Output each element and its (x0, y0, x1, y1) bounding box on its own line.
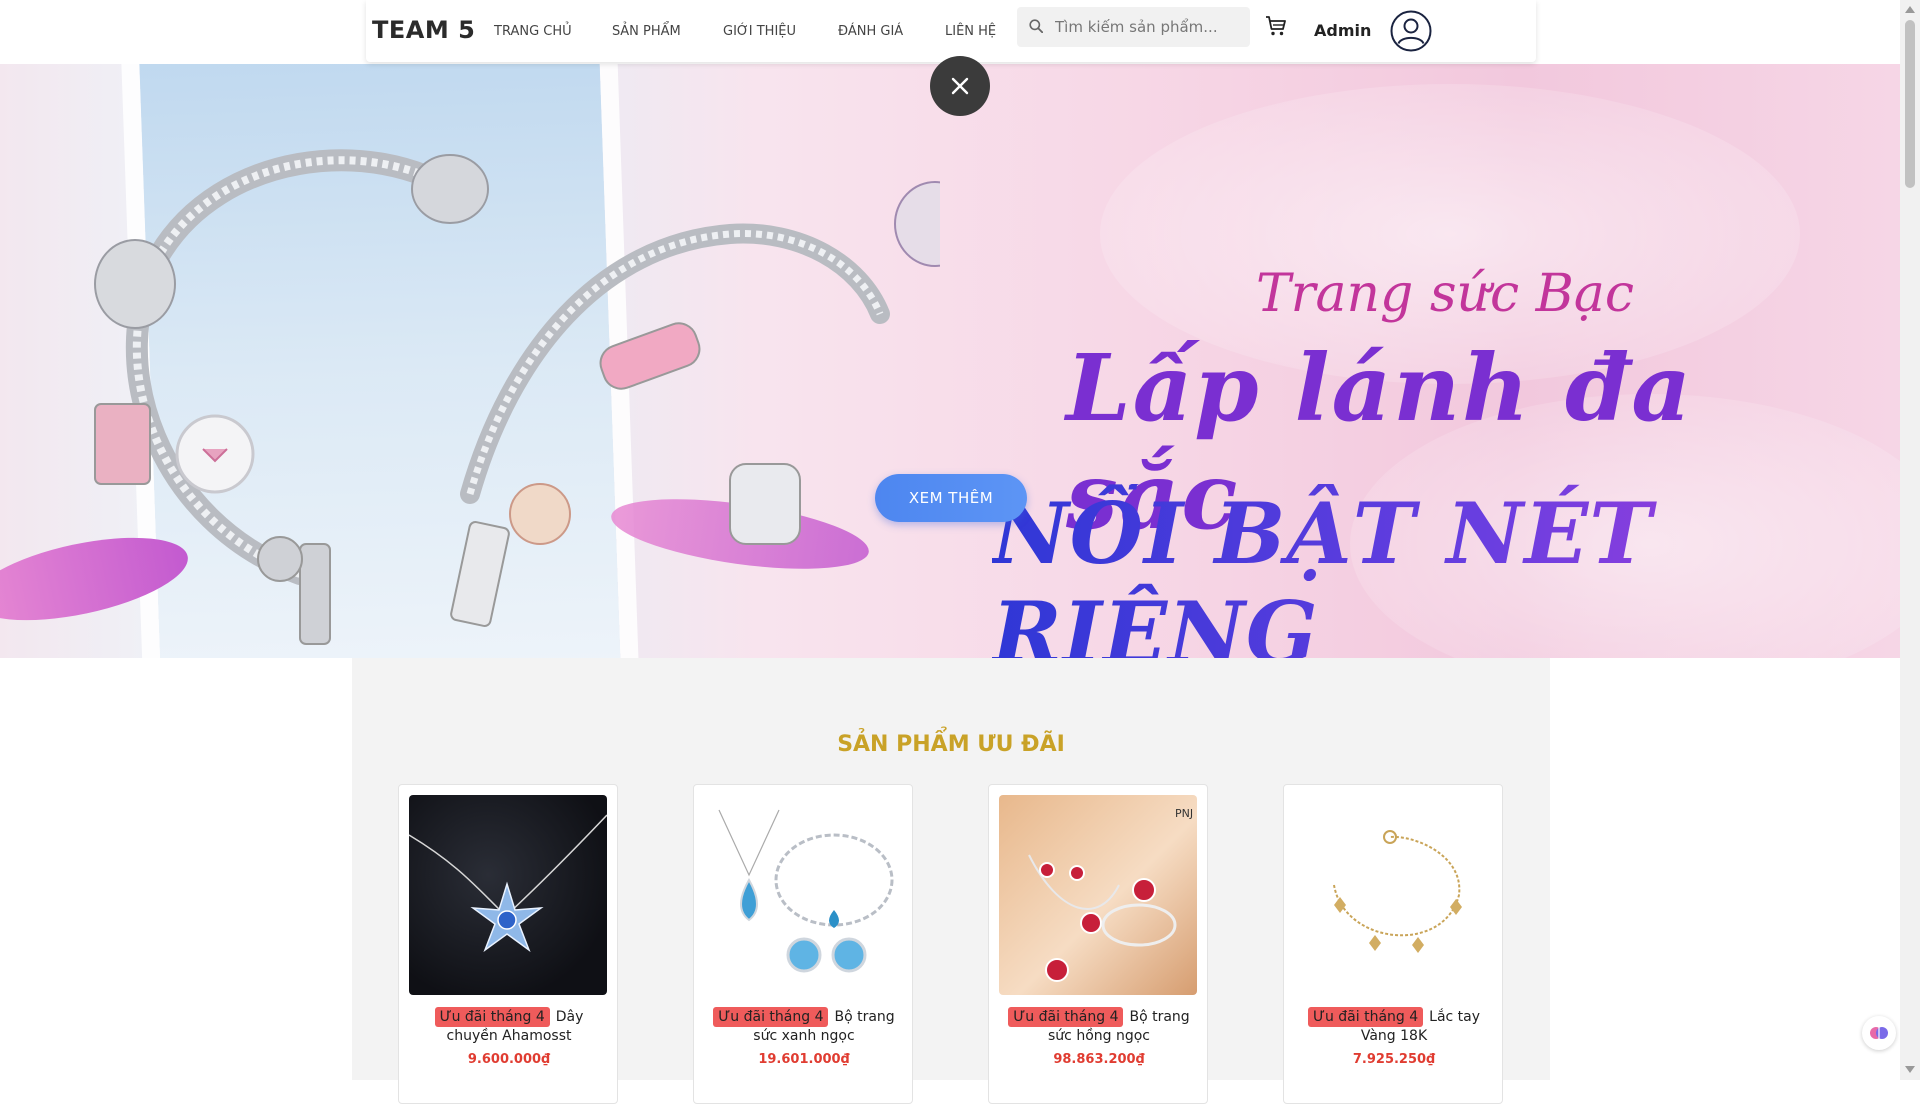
close-button[interactable] (930, 56, 990, 116)
brain-icon (1870, 1027, 1888, 1039)
assistant-button[interactable] (1862, 1016, 1896, 1050)
banner-title-line1: Trang sức Bạc (1256, 264, 1635, 324)
search-input[interactable] (1055, 7, 1245, 47)
product-price: 9.600.000₫ (467, 1052, 551, 1067)
user-name[interactable]: Admin (1314, 21, 1371, 40)
deals-section: SẢN PHẨM ƯU ĐÃI Ưu đãi tháng 4 Dây chuyền… (352, 658, 1550, 1104)
search-icon (1029, 19, 1043, 33)
deal-badge: Ưu đãi tháng 4 (713, 1007, 829, 1027)
product-card[interactable]: Ưu đãi tháng 4 Bộ trang sức xanh ngọc 19.… (693, 784, 913, 1104)
product-card[interactable]: Ưu đãi tháng 4 Dây chuyền Ahamosst 9.600.… (398, 784, 618, 1104)
bracelet-image (94, 149, 940, 645)
product-card[interactable]: Ưu đãi tháng 4 Lắc tay Vàng 18K 7.925.250… (1283, 784, 1503, 1104)
scroll-down-arrow[interactable] (1905, 1066, 1915, 1073)
brand-logo[interactable]: TEAM 5 (372, 16, 475, 44)
nav-contact[interactable]: LIÊN HỆ (945, 24, 996, 39)
deal-badge: Ưu đãi tháng 4 (434, 1007, 550, 1027)
product-card[interactable]: PNJ Ưu đãi tháng 4 Bộ trang sức hồng ngọc… (988, 784, 1208, 1104)
nav-home[interactable]: TRANG CHỦ (494, 24, 572, 39)
product-name: Ưu đãi tháng 4 Bộ trang sức xanh ngọc (702, 1007, 906, 1045)
product-image (409, 795, 607, 995)
banner-title-line3: NỔI BẬT NÉT RIÊNG (992, 484, 1900, 658)
product-price: 19.601.000₫ (758, 1052, 850, 1067)
product-name: Ưu đãi tháng 4 Lắc tay Vàng 18K (1292, 1007, 1496, 1045)
product-image: PNJ (999, 795, 1197, 995)
search-box[interactable] (1017, 7, 1250, 47)
hero-banner: Trang sức Bạc Lấp lánh đa sắc NỔI BẬT NÉ… (0, 64, 1900, 658)
page-scrollbar[interactable] (1900, 0, 1920, 1080)
user-avatar-icon[interactable] (1390, 10, 1432, 52)
scroll-thumb[interactable] (1905, 20, 1915, 188)
nav-products[interactable]: SẢN PHẨM (612, 24, 681, 39)
scroll-up-arrow[interactable] (1905, 6, 1915, 13)
nav-reviews[interactable]: ĐÁNH GIÁ (838, 24, 903, 39)
product-name: Ưu đãi tháng 4 Bộ trang sức hồng ngọc (997, 1007, 1201, 1045)
product-image (1294, 795, 1492, 995)
cart-icon[interactable] (1264, 14, 1288, 38)
product-name: Ưu đãi tháng 4 Dây chuyền Ahamosst (407, 1007, 611, 1045)
nav-about[interactable]: GIỚI THIỆU (723, 24, 796, 39)
deal-badge: Ưu đãi tháng 4 (1008, 1007, 1124, 1027)
product-price: 7.925.250₫ (1352, 1052, 1436, 1067)
deal-badge: Ưu đãi tháng 4 (1307, 1007, 1424, 1027)
see-more-button[interactable]: XEM THÊM (875, 474, 1027, 522)
section-title: SẢN PHẨM ƯU ĐÃI (837, 732, 1065, 757)
close-icon (951, 77, 969, 95)
brand-watermark: PNJ (1175, 807, 1193, 820)
product-image (704, 795, 902, 995)
product-price: 98.863.200₫ (1053, 1052, 1145, 1067)
site-header: TEAM 5 TRANG CHỦ SẢN PHẨM GIỚI THIỆU ĐÁN… (0, 0, 1900, 64)
